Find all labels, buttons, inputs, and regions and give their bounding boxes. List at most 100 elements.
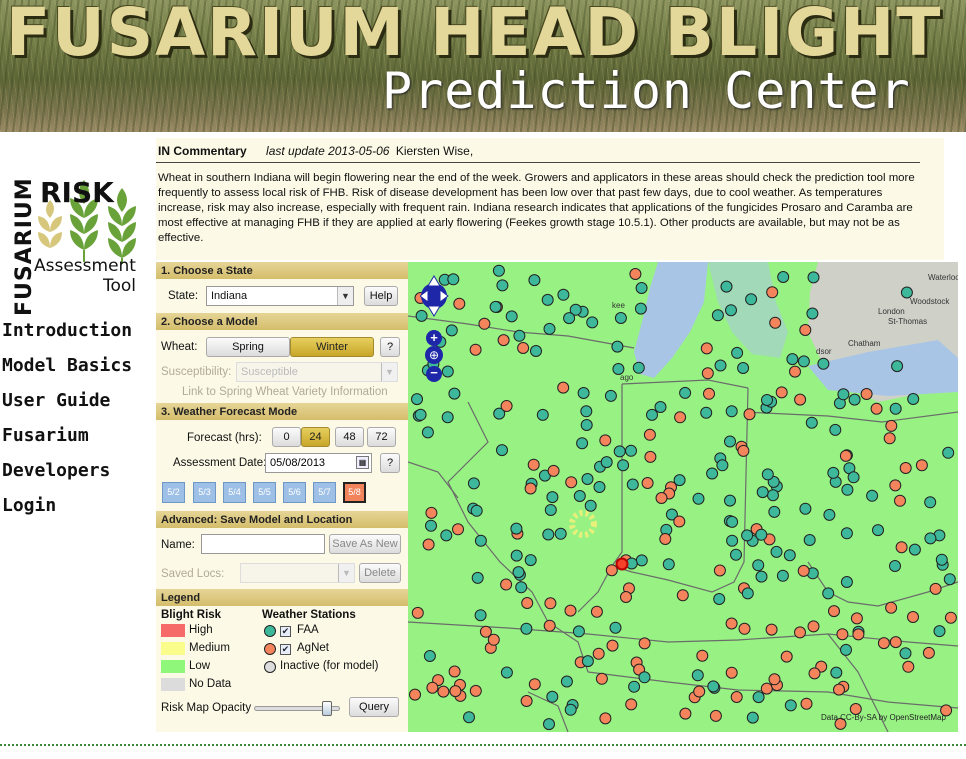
agnet-station-marker[interactable] bbox=[885, 601, 898, 614]
agnet-station-marker[interactable] bbox=[725, 666, 738, 679]
agnet-station-marker[interactable] bbox=[833, 683, 845, 696]
agnet-station-marker[interactable] bbox=[629, 268, 642, 280]
faa-station-marker[interactable] bbox=[933, 625, 946, 638]
day-button-5-3[interactable]: 5/3 bbox=[193, 482, 216, 503]
agnet-station-marker[interactable] bbox=[730, 691, 743, 703]
faa-station-marker[interactable] bbox=[634, 302, 647, 315]
faa-station-marker[interactable] bbox=[730, 548, 742, 561]
faa-station-marker[interactable] bbox=[806, 307, 819, 320]
agnet-station-marker[interactable] bbox=[638, 637, 651, 650]
agnet-station-marker[interactable] bbox=[500, 578, 513, 591]
faa-station-marker[interactable] bbox=[554, 527, 567, 540]
faa-station-marker[interactable] bbox=[609, 621, 622, 634]
agnet-station-marker[interactable] bbox=[885, 419, 898, 432]
faa-station-marker[interactable] bbox=[726, 534, 739, 547]
variety-info-link[interactable]: Link to Spring Wheat Variety Information bbox=[182, 386, 388, 398]
faa-station-marker[interactable] bbox=[542, 528, 555, 541]
spring-wheat-button[interactable]: Spring bbox=[206, 337, 290, 357]
agnet-station-marker[interactable] bbox=[437, 685, 450, 698]
agnet-station-marker[interactable] bbox=[700, 342, 713, 355]
agnet-station-marker[interactable] bbox=[789, 365, 801, 378]
faa-station-marker[interactable] bbox=[741, 529, 754, 542]
faa-station-marker[interactable] bbox=[635, 282, 648, 294]
agnet-station-marker[interactable] bbox=[701, 367, 714, 380]
agnet-station-marker[interactable] bbox=[839, 449, 852, 462]
agnet-station-marker[interactable] bbox=[520, 695, 533, 707]
agnet-station-marker[interactable] bbox=[524, 482, 537, 495]
day-button-5-7[interactable]: 5/7 bbox=[313, 482, 336, 503]
faa-station-marker[interactable] bbox=[823, 508, 836, 521]
faa-station-marker[interactable] bbox=[783, 549, 796, 562]
faa-station-marker[interactable] bbox=[564, 703, 577, 716]
faa-station-marker[interactable] bbox=[573, 490, 586, 502]
agnet-station-marker[interactable] bbox=[469, 684, 482, 697]
forecast-0-button[interactable]: 0 bbox=[272, 427, 301, 447]
day-button-5-6[interactable]: 5/6 bbox=[283, 482, 306, 503]
calendar-icon[interactable]: ▦ bbox=[356, 456, 369, 469]
agnet-checkbox[interactable]: ✔ bbox=[280, 644, 291, 655]
agnet-station-marker[interactable] bbox=[590, 605, 603, 618]
agnet-station-marker[interactable] bbox=[894, 494, 906, 507]
faa-station-marker[interactable] bbox=[541, 293, 554, 306]
agnet-station-marker[interactable] bbox=[850, 612, 863, 625]
faa-station-marker[interactable] bbox=[440, 529, 453, 542]
forecast-48-button[interactable]: 48 bbox=[335, 427, 364, 447]
faa-station-marker[interactable] bbox=[471, 571, 484, 584]
faa-station-marker[interactable] bbox=[837, 388, 850, 401]
faa-station-marker[interactable] bbox=[924, 496, 937, 509]
faa-station-marker[interactable] bbox=[706, 467, 719, 480]
agnet-station-marker[interactable] bbox=[409, 688, 421, 701]
agnet-station-marker[interactable] bbox=[766, 286, 779, 299]
agnet-station-marker[interactable] bbox=[895, 541, 908, 554]
agnet-station-marker[interactable] bbox=[643, 428, 656, 441]
agnet-station-marker[interactable] bbox=[797, 564, 810, 577]
agnet-station-marker[interactable] bbox=[592, 647, 605, 660]
agnet-station-marker[interactable] bbox=[595, 672, 608, 685]
faa-station-marker[interactable] bbox=[827, 466, 840, 479]
faa-station-marker[interactable] bbox=[543, 322, 556, 335]
faa-station-marker[interactable] bbox=[840, 576, 853, 588]
faa-station-marker[interactable] bbox=[510, 522, 523, 535]
faa-station-marker[interactable] bbox=[889, 402, 902, 415]
faa-station-marker[interactable] bbox=[724, 494, 736, 507]
faa-station-marker[interactable] bbox=[776, 569, 789, 582]
faa-station-marker[interactable] bbox=[530, 345, 542, 357]
agnet-station-marker[interactable] bbox=[760, 682, 773, 695]
faa-station-marker[interactable] bbox=[474, 609, 487, 622]
agnet-station-marker[interactable] bbox=[944, 611, 957, 624]
winter-wheat-button[interactable]: Winter bbox=[290, 337, 374, 357]
faa-station-marker[interactable] bbox=[632, 361, 645, 374]
agnet-station-marker[interactable] bbox=[641, 477, 654, 489]
faa-station-marker[interactable] bbox=[586, 316, 599, 329]
agnet-station-marker[interactable] bbox=[870, 402, 883, 415]
faa-station-marker[interactable] bbox=[761, 468, 774, 481]
faa-station-marker[interactable] bbox=[724, 435, 736, 448]
faa-station-marker[interactable] bbox=[752, 559, 765, 572]
faa-station-marker[interactable] bbox=[513, 329, 526, 342]
faa-station-marker[interactable] bbox=[866, 489, 879, 502]
faa-station-marker[interactable] bbox=[613, 445, 626, 458]
faa-station-marker[interactable] bbox=[580, 419, 593, 431]
location-name-input[interactable] bbox=[201, 534, 325, 554]
date-help-button[interactable]: ? bbox=[380, 453, 400, 473]
faa-station-marker[interactable] bbox=[745, 293, 758, 306]
agnet-station-marker[interactable] bbox=[738, 622, 751, 635]
faa-station-marker[interactable] bbox=[445, 324, 458, 337]
risk-map[interactable]: Waterloo Woodstock London St-Thomas Chat… bbox=[408, 262, 958, 732]
faa-station-marker[interactable] bbox=[924, 532, 937, 545]
faa-station-marker[interactable] bbox=[899, 647, 912, 660]
faa-station-marker[interactable] bbox=[492, 264, 505, 277]
faa-station-marker[interactable] bbox=[635, 554, 648, 567]
faa-station-marker[interactable] bbox=[848, 393, 861, 406]
faa-station-marker[interactable] bbox=[576, 437, 589, 450]
faa-station-marker[interactable] bbox=[770, 545, 783, 558]
save-as-new-button[interactable]: Save As New bbox=[329, 534, 401, 554]
agnet-station-marker[interactable] bbox=[564, 604, 577, 617]
nav-introduction[interactable]: Introduction bbox=[2, 320, 132, 341]
faa-station-marker[interactable] bbox=[889, 560, 901, 572]
agnet-station-marker[interactable] bbox=[449, 685, 462, 698]
agnet-station-marker[interactable] bbox=[497, 334, 510, 347]
faa-station-marker[interactable] bbox=[441, 365, 454, 378]
faa-station-marker[interactable] bbox=[572, 625, 585, 638]
faa-station-marker[interactable] bbox=[767, 489, 779, 502]
